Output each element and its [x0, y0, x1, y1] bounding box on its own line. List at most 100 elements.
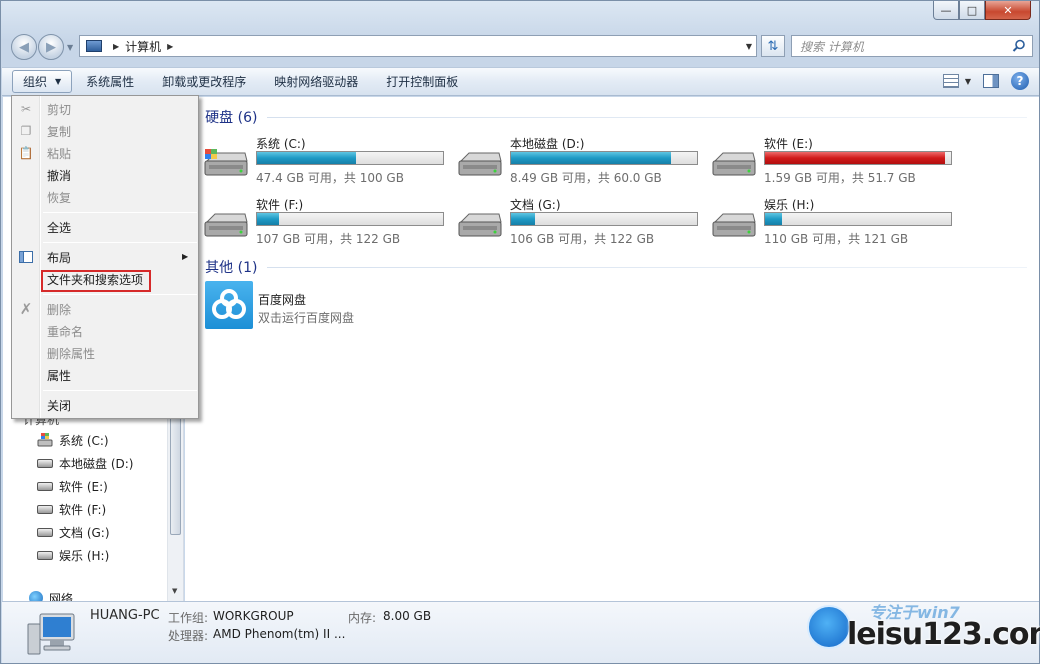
drive-tile[interactable]: 本地磁盘 (D:) 8.49 GB 可用，共 60.0 GB: [457, 135, 707, 185]
drive-tile[interactable]: 文档 (G:) 106 GB 可用，共 122 GB: [457, 196, 707, 246]
drive-usage-bar: [256, 212, 444, 226]
drive-tile[interactable]: 娱乐 (H:) 110 GB 可用，共 121 GB: [711, 196, 961, 246]
address-dropdown-icon[interactable]: ▼: [746, 42, 752, 51]
hard-drive-icon: [458, 152, 502, 176]
menu-item-layout[interactable]: 布局: [47, 247, 71, 267]
breadcrumb-arrow-icon[interactable]: ▶: [167, 42, 173, 51]
drive-usage-bar: [764, 151, 952, 165]
copy-icon: ❐: [20, 124, 32, 138]
caption-buttons: — □ ✕: [933, 1, 1031, 20]
explorer-window: — □ ✕ ◀ ▶ ▼ ▶ 计算机 ▶ ▼ ⇅ 搜索 计算机 组织 ▼ 系统属性…: [0, 0, 1040, 664]
back-arrow-icon: ◀: [19, 39, 29, 55]
nav-item-drive-g[interactable]: 文档 (G:): [37, 523, 110, 541]
menu-item-cut[interactable]: 剪切: [47, 99, 71, 119]
submenu-arrow-icon: ▶: [182, 252, 189, 261]
hard-drive-icon: [204, 213, 248, 237]
menu-item-paste[interactable]: 粘贴: [47, 143, 71, 163]
minimize-button[interactable]: —: [933, 1, 959, 20]
menu-item-delete[interactable]: 删除: [47, 299, 71, 319]
address-bar[interactable]: ▶ 计算机 ▶ ▼: [79, 35, 757, 57]
drive-name: 文档 (G:): [510, 198, 561, 212]
drive-usage-bar: [510, 212, 698, 226]
nav-item-drive-d[interactable]: 本地磁盘 (D:): [37, 454, 133, 472]
menu-item-redo[interactable]: 恢复: [47, 187, 71, 207]
help-icon[interactable]: ?: [1011, 72, 1029, 90]
drive-tile[interactable]: 软件 (F:) 107 GB 可用，共 122 GB: [203, 196, 453, 246]
drive-free-space: 107 GB 可用，共 122 GB: [256, 232, 401, 246]
scroll-down-icon[interactable]: ▼: [172, 587, 177, 595]
view-controls: ▼ ?: [942, 72, 1029, 90]
drive-tile[interactable]: 系统 (C:) 47.4 GB 可用，共 100 GB: [203, 135, 453, 185]
forward-button[interactable]: ▶: [38, 34, 64, 60]
nav-item-drive-c[interactable]: 系统 (C:): [37, 431, 109, 449]
refresh-button[interactable]: ⇅: [761, 35, 785, 57]
group-header-hard-disks[interactable]: ◢ 硬盘 (6): [191, 107, 257, 127]
drive-usage-fill: [257, 152, 356, 164]
menu-item-rename[interactable]: 重命名: [47, 321, 83, 341]
menu-separator: [43, 390, 197, 391]
uninstall-program-button[interactable]: 卸载或更改程序: [148, 68, 260, 95]
group-divider: [267, 267, 1027, 268]
nav-drive-label: 娱乐 (H:): [59, 548, 110, 563]
workgroup-value: WORKGROUP: [213, 609, 294, 623]
windows-logo-icon: [807, 605, 851, 649]
breadcrumb-computer[interactable]: 计算机: [125, 38, 161, 55]
drive-usage-fill: [257, 213, 280, 225]
organize-menu: ✂ 剪切 ❐ 复制 📋 粘贴 撤消 恢复 全选 布局 ▶ 文件夹和搜索选项 ✗ …: [11, 95, 199, 419]
baidu-netdisk-icon[interactable]: [205, 281, 253, 329]
nav-item-drive-f[interactable]: 软件 (F:): [37, 500, 106, 518]
paste-icon: 📋: [18, 146, 34, 160]
drive-tile[interactable]: 软件 (E:) 1.59 GB 可用，共 51.7 GB: [711, 135, 961, 185]
drive-name: 软件 (E:): [764, 137, 813, 151]
command-bar: 组织 ▼ 系统属性 卸载或更改程序 映射网络驱动器 打开控制面板 ▼ ?: [2, 67, 1039, 96]
drive-icon: [37, 504, 53, 514]
nav-drive-label: 本地磁盘 (D:): [59, 456, 134, 471]
breadcrumb-arrow-icon[interactable]: ▶: [113, 42, 119, 51]
nav-drive-label: 软件 (E:): [59, 479, 108, 494]
map-network-drive-button[interactable]: 映射网络驱动器: [260, 68, 372, 95]
navigation-buttons: ◀ ▶ ▼: [11, 34, 73, 60]
open-control-panel-button[interactable]: 打开控制面板: [372, 68, 472, 95]
menu-item-copy[interactable]: 复制: [47, 121, 71, 141]
drive-usage-bar: [764, 212, 952, 226]
recent-pages-dropdown[interactable]: ▼: [67, 43, 73, 52]
baidu-netdisk-name[interactable]: 百度网盘: [258, 291, 306, 308]
computer-name: HUANG-PC: [90, 608, 160, 623]
nav-item-drive-h[interactable]: 娱乐 (H:): [37, 546, 109, 564]
highlight-annotation-box: [41, 270, 151, 292]
layout-icon: [18, 249, 34, 265]
drive-free-space: 110 GB 可用，共 121 GB: [764, 232, 909, 246]
change-view-button[interactable]: ▼: [942, 74, 971, 88]
drive-usage-bar: [256, 151, 444, 165]
system-properties-button[interactable]: 系统属性: [72, 68, 148, 95]
maximize-button[interactable]: □: [959, 1, 985, 20]
hard-drive-icon: [712, 213, 756, 237]
drive-free-space: 1.59 GB 可用，共 51.7 GB: [764, 171, 916, 185]
drive-free-space: 106 GB 可用，共 122 GB: [510, 232, 655, 246]
computer-icon: [86, 40, 102, 52]
search-icon[interactable]: [1012, 39, 1026, 53]
menu-separator: [43, 212, 197, 213]
menu-item-undo[interactable]: 撤消: [47, 165, 71, 185]
search-input[interactable]: 搜索 计算机: [791, 35, 1033, 57]
nav-drive-label: 软件 (F:): [59, 502, 107, 517]
close-button[interactable]: ✕: [985, 1, 1031, 20]
cpu-label: 处理器:: [168, 629, 209, 643]
organize-label: 组织: [23, 75, 48, 89]
cpu-value: AMD Phenom(tm) II ...: [213, 627, 346, 641]
scrollbar-thumb[interactable]: [170, 411, 181, 535]
search-placeholder: 搜索 计算机: [800, 39, 864, 54]
menu-item-select-all[interactable]: 全选: [47, 217, 71, 237]
preview-pane-icon[interactable]: [983, 74, 999, 88]
organize-button[interactable]: 组织 ▼: [12, 70, 73, 93]
drive-name: 软件 (F:): [256, 198, 304, 212]
drive-usage-fill: [765, 213, 782, 225]
drive-icon: [37, 550, 53, 560]
menu-item-remove-properties[interactable]: 删除属性: [47, 343, 95, 363]
nav-item-drive-e[interactable]: 软件 (E:): [37, 477, 108, 495]
back-button[interactable]: ◀: [11, 34, 37, 60]
menu-item-close[interactable]: 关闭: [47, 395, 71, 415]
group-header-other[interactable]: ◢ 其他 (1): [191, 257, 257, 277]
menu-item-properties[interactable]: 属性: [47, 365, 71, 385]
drive-name: 娱乐 (H:): [764, 198, 815, 212]
